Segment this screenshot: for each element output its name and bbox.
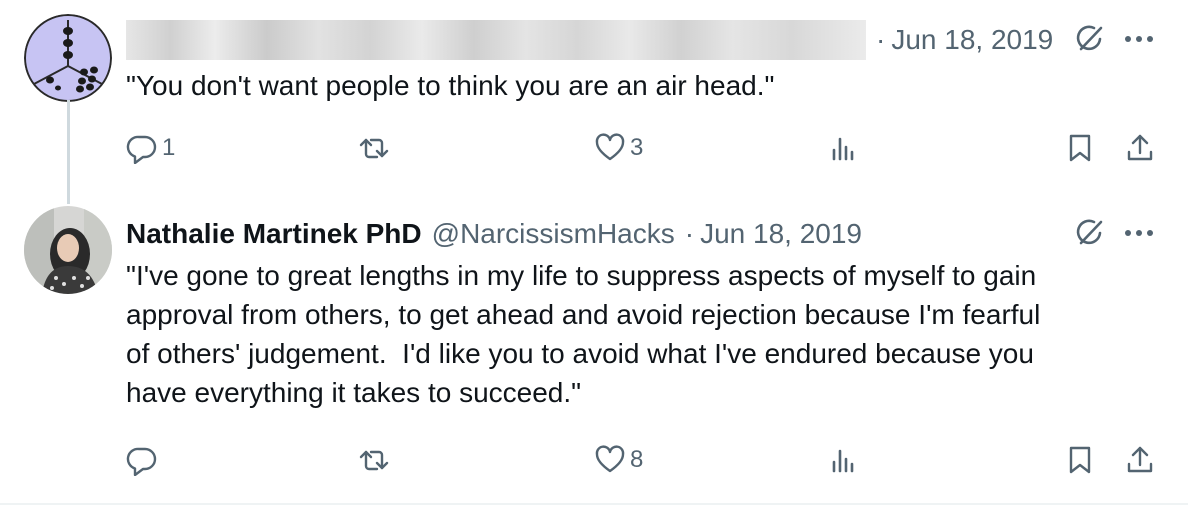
tweet-text: "You don't want people to think you are … [126,70,775,101]
action-bar: 1 3 [126,126,1166,170]
grok-icon[interactable] [1072,22,1106,56]
like-icon [595,445,625,473]
separator: · [684,218,695,249]
tweet-text: "I've gone to great lengths in my life t… [126,260,1041,408]
reply-button[interactable]: 1 [126,126,175,170]
bookmark-button[interactable] [1064,438,1096,482]
share-button[interactable] [1124,126,1156,170]
views-icon [832,137,854,161]
tweet-date[interactable]: Jun 18, 2019 [891,24,1053,56]
tweet-header: Nathalie Martinek PhD @NarcissismHacks ·… [126,212,862,256]
avatar[interactable] [24,14,112,102]
action-bar: 8 [126,438,1166,482]
views-icon [832,449,854,473]
blurred-author-name[interactable] [126,20,866,60]
retweet-button[interactable] [358,438,390,482]
dice-avatar-icon [24,14,112,102]
share-icon [1127,446,1153,473]
author-name[interactable]: Nathalie Martinek PhD [126,218,422,250]
like-icon [595,133,625,161]
views-button[interactable] [828,438,860,482]
retweet-button[interactable] [358,126,390,170]
share-icon [1127,134,1153,161]
like-button[interactable]: 3 [594,126,643,170]
tweet-header: · Jun 18, 2019 [126,18,1053,62]
author-handle[interactable]: @NarcissismHacks [432,218,675,250]
reply-button[interactable] [126,438,162,482]
views-button[interactable] [828,126,860,170]
bookmark-button[interactable] [1064,126,1096,170]
retweet-icon [359,450,389,471]
reply-count: 1 [162,134,176,161]
bottom-divider [0,503,1188,505]
profile-photo-icon [24,206,112,294]
bookmark-icon [1069,134,1091,162]
like-button[interactable]: 8 [594,438,643,482]
thread-line [67,100,70,204]
more-icon[interactable] [1122,22,1156,56]
separator: · [876,24,886,55]
tweet-date[interactable]: Jun 18, 2019 [700,218,862,250]
reply-icon [126,135,157,164]
tweet[interactable]: · Jun 18, 2019 "You don't want people to… [0,0,1188,204]
grok-icon[interactable] [1072,216,1106,250]
like-count: 8 [630,446,644,473]
avatar[interactable] [24,206,112,294]
bookmark-icon [1069,446,1091,474]
like-count: 3 [630,134,644,161]
reply-icon [126,447,157,476]
retweet-icon [359,138,389,159]
tweet[interactable]: Nathalie Martinek PhD @NarcissismHacks ·… [0,190,1188,502]
more-icon[interactable] [1122,216,1156,250]
share-button[interactable] [1124,438,1156,482]
